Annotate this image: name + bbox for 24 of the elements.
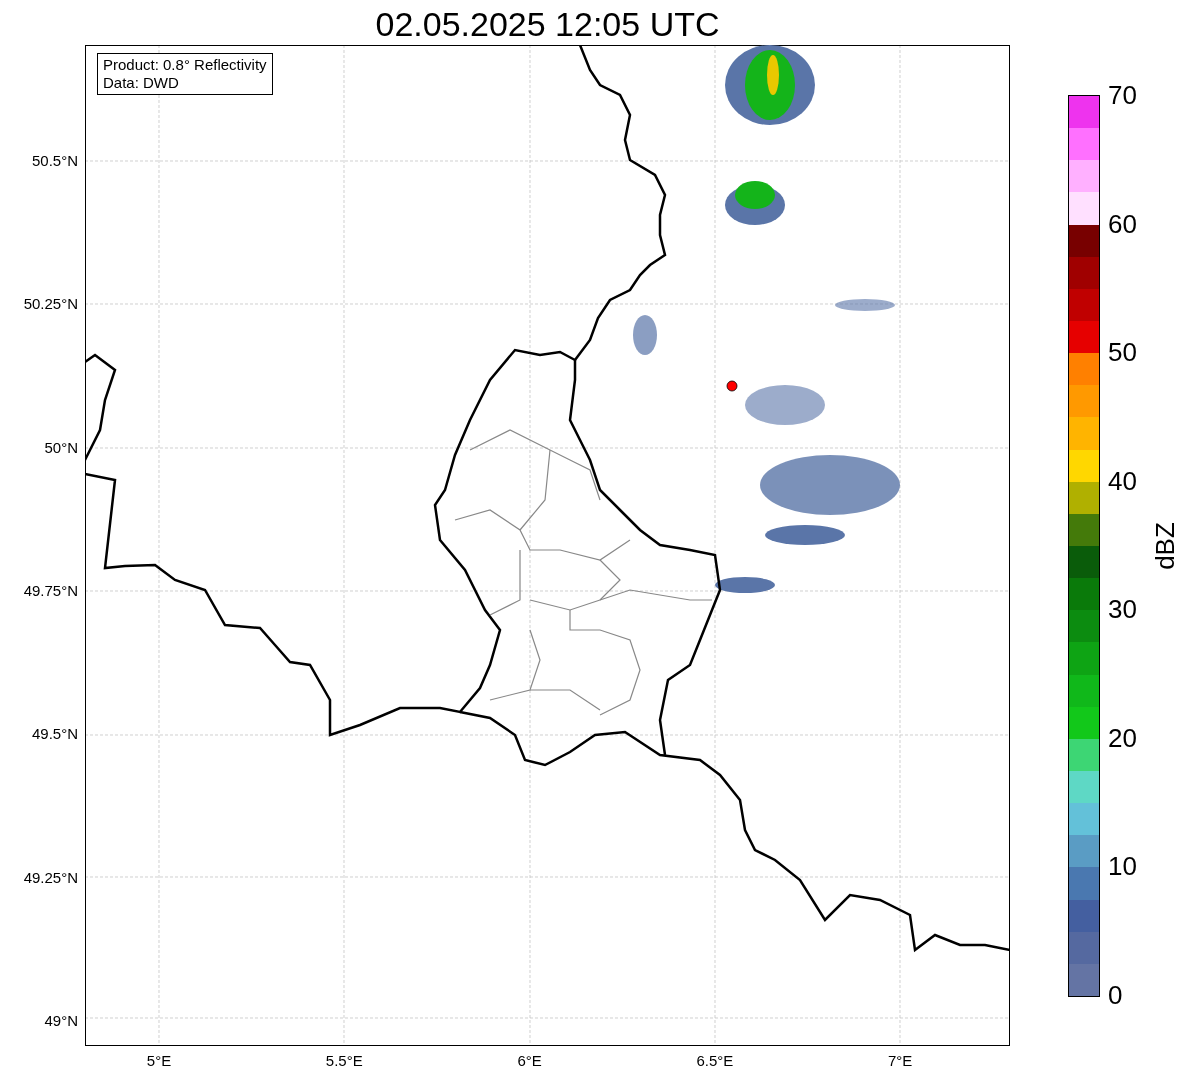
latitude-label: 49.75°N [23,582,78,598]
longitude-label: 5.5°E [324,1053,364,1068]
longitude-label: 7°E [887,1053,914,1068]
latitude-label: 49.5°N [31,726,78,742]
colorbar-tick-label: 40 [1108,467,1137,494]
latitude-label: 50.5°N [31,153,78,168]
longitude-label: 6.5°E [695,1053,735,1068]
info-text: Product: 0.8° Reflectivity [103,56,267,74]
latitude-label: 49.25°N [23,869,78,885]
latitude-label: 50°N [44,439,78,455]
info-text: Data: DWD [103,74,180,92]
colorbar-tick-label: 0 [1108,982,1123,1008]
colorbar-tick-label: 70 [1108,82,1137,108]
colorbar-label: dBZ [1152,522,1178,570]
colorbar-tick-label: 50 [1108,339,1137,366]
colorbar-tick-label: 10 [1108,853,1137,880]
longitude-label: 5°E [145,1053,173,1068]
colorbar-tick-label: 20 [1108,724,1137,751]
colorbar-tick-label: 30 [1108,596,1137,623]
latitude-label: 50.25°N [23,296,78,312]
longitude-label: 6°E [516,1053,543,1068]
colorbar-tick-label: 60 [1108,210,1137,237]
chart-title: 02.05.2025 12:05 UTC [375,7,720,45]
latitude-label: 49°N [44,1012,78,1028]
